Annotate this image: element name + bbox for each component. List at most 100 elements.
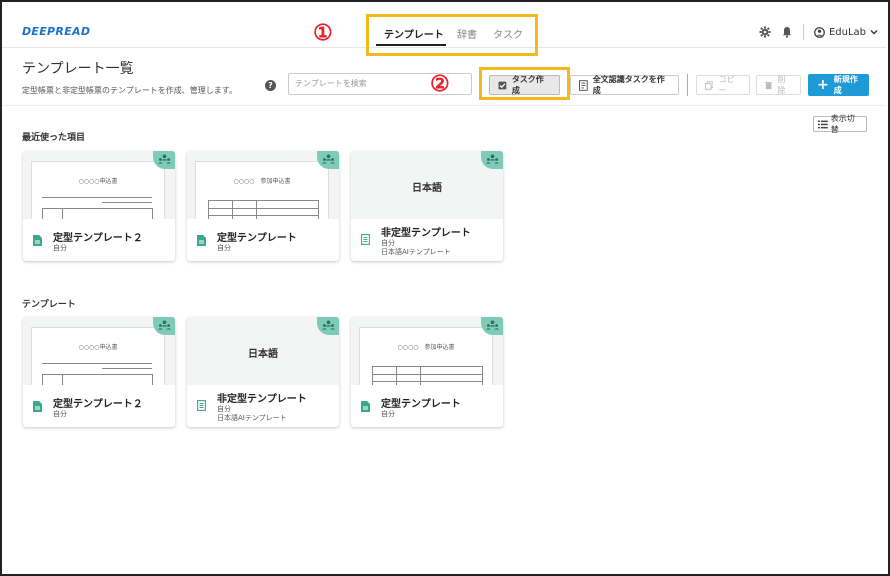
card-info: 定型テンプレート２ 自分 xyxy=(23,219,175,261)
card-owner: 自分 xyxy=(381,410,395,418)
template-thumbnail: ○○○○ 参加申込書 xyxy=(187,151,339,219)
freeform-document-icon xyxy=(361,234,370,245)
annotation-number-1: ① xyxy=(313,20,333,46)
card-title: 定型テンプレート２ xyxy=(53,233,143,244)
shared-badge xyxy=(481,151,503,169)
help-icon[interactable]: ? xyxy=(265,80,276,91)
card-title: 非定型テンプレート xyxy=(217,394,307,405)
view-toggle-button[interactable]: 表示切替 xyxy=(813,114,867,134)
form-line xyxy=(42,374,43,385)
card-info: 定型テンプレート 自分 xyxy=(187,219,339,261)
template-card[interactable]: ○○○○ 参加申込書定型テンプレート 自分 xyxy=(187,151,339,261)
trash-icon xyxy=(765,81,773,89)
thumbnail-title: 日本語 xyxy=(412,183,442,194)
thumbnail-title: ○○○○申込書 xyxy=(78,344,118,351)
toolbar-bottom-divider xyxy=(2,105,886,106)
template-thumbnail: ○○○○申込書 xyxy=(23,151,175,219)
card-info: 非定型テンプレート 自分 日本語AIテンプレート xyxy=(351,219,503,261)
fixed-document-icon xyxy=(33,401,42,412)
form-line xyxy=(42,197,152,198)
new-create-button[interactable]: + 新規作成 xyxy=(808,74,869,96)
card-owner: 自分 xyxy=(53,410,67,418)
card-subtitle: 日本語AIテンプレート xyxy=(381,248,451,256)
card-owner: 自分 xyxy=(53,244,67,252)
new-create-label: 新規作成 xyxy=(833,75,858,95)
header-divider xyxy=(802,24,804,40)
group-icon xyxy=(486,154,499,164)
card-info: 定型テンプレート 自分 xyxy=(351,385,503,427)
template-thumbnail: 日本語 xyxy=(187,317,339,385)
thumbnail-title: ○○○○申込書 xyxy=(78,178,118,185)
chevron-down-icon xyxy=(870,30,878,35)
template-card[interactable]: 日本語非定型テンプレート 自分 日本語AIテンプレート xyxy=(351,151,503,261)
thumbnail-form-page: ○○○○ 参加申込書 xyxy=(359,327,493,385)
section-title-recent: 最近使った項目 xyxy=(22,133,86,143)
card-info: 非定型テンプレート 自分 日本語AIテンプレート xyxy=(187,385,339,427)
view-toggle-label: 表示切替 xyxy=(830,114,855,134)
form-line xyxy=(42,208,152,209)
form-line xyxy=(256,200,257,219)
template-card[interactable]: ○○○○ 参加申込書 定型テンプレート 自分 xyxy=(351,317,503,427)
card-title: 定型テンプレート xyxy=(217,233,297,244)
card-title: 定型テンプレート xyxy=(381,399,461,410)
form-line xyxy=(372,381,482,382)
user-avatar-icon xyxy=(814,26,825,38)
fulltext-task-label: 全文認識タスクを作成 xyxy=(592,75,665,95)
copy-icon xyxy=(705,80,714,90)
form-line xyxy=(208,208,318,209)
delete-button[interactable]: 削除 xyxy=(756,75,801,95)
delete-label: 削除 xyxy=(777,75,786,95)
template-card[interactable]: ○○○○申込書定型テンプレート２ 自分 xyxy=(23,317,175,427)
form-line xyxy=(152,208,153,219)
thumbnail-title: 日本語 xyxy=(248,349,278,360)
user-menu[interactable]: EduLab xyxy=(814,27,878,38)
card-info: 定型テンプレート２ 自分 xyxy=(23,385,175,427)
fixed-document-icon xyxy=(361,401,370,412)
page-title: テンプレート一覧 xyxy=(22,61,134,77)
template-card[interactable]: ○○○○申込書定型テンプレート２ 自分 xyxy=(23,151,175,261)
form-line xyxy=(152,374,153,385)
copy-label: コピー xyxy=(718,75,735,95)
form-line xyxy=(42,363,152,364)
copy-button[interactable]: コピー xyxy=(696,75,750,95)
user-name: EduLab xyxy=(828,26,866,38)
card-title: 定型テンプレート２ xyxy=(53,399,143,410)
group-icon xyxy=(486,320,499,330)
form-line xyxy=(62,208,63,219)
thumbnail-form-page: ○○○○申込書 xyxy=(31,161,165,219)
checkbox-icon xyxy=(498,81,507,89)
shared-badge xyxy=(317,317,339,335)
bell-icon[interactable] xyxy=(781,26,793,38)
annotation-highlight-tabs xyxy=(366,14,538,56)
card-owner: 自分 xyxy=(217,244,231,252)
gear-icon[interactable] xyxy=(759,26,771,38)
app-logo[interactable]: DEEPREAD xyxy=(22,25,90,38)
template-card[interactable]: 日本語非定型テンプレート 自分 日本語AIテンプレート xyxy=(187,317,339,427)
form-line xyxy=(42,374,152,375)
plus-icon: + xyxy=(817,77,829,93)
form-line xyxy=(372,374,482,375)
form-line xyxy=(42,208,43,219)
form-line xyxy=(208,200,318,201)
form-line xyxy=(208,215,318,216)
group-icon xyxy=(158,320,171,330)
toolbar-divider xyxy=(687,74,688,96)
card-title: 非定型テンプレート xyxy=(381,228,471,239)
fulltext-task-button[interactable]: 全文認識タスクを作成 xyxy=(570,75,679,95)
form-line xyxy=(318,200,319,219)
task-create-button[interactable]: タスク作成 xyxy=(489,75,560,95)
form-line xyxy=(232,200,233,219)
template-thumbnail: 日本語 xyxy=(351,151,503,219)
group-icon xyxy=(322,154,335,164)
form-line xyxy=(420,366,421,385)
section-title-templates: テンプレート xyxy=(22,300,76,310)
header-actions: EduLab xyxy=(759,24,878,40)
freeform-document-icon xyxy=(197,400,206,411)
thumbnail-form-page: ○○○○ 参加申込書 xyxy=(195,161,329,219)
group-icon xyxy=(322,320,335,330)
list-view-icon xyxy=(818,120,828,128)
document-scan-icon xyxy=(579,79,588,91)
template-thumbnail: ○○○○ 参加申込書 xyxy=(351,317,503,385)
form-line xyxy=(62,374,63,385)
thumbnail-title: ○○○○ 参加申込書 xyxy=(233,178,291,185)
